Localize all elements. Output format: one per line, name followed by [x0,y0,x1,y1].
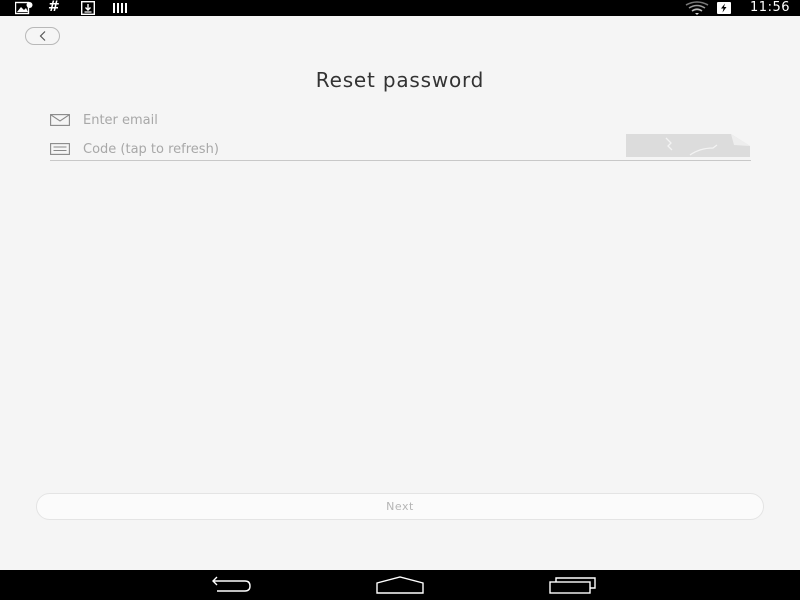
code-field-underline [50,160,751,161]
next-button[interactable]: Next [36,493,764,520]
image-notification-icon [15,1,33,15]
envelope-icon [50,114,70,126]
back-button[interactable] [25,27,60,45]
email-field-row [50,109,750,131]
home-nav-icon[interactable] [374,575,426,595]
recents-nav-icon[interactable] [548,575,598,595]
code-input[interactable] [83,138,603,160]
chevron-left-icon [39,31,45,41]
battery-icon [717,2,731,14]
barcode-icon [113,3,127,13]
keyboard-icon [50,143,70,155]
back-nav-icon[interactable] [205,575,253,595]
clock: 11:56 [750,0,790,15]
email-input[interactable] [83,109,603,131]
wifi-icon [685,1,709,15]
hash-icon: # [48,0,60,15]
status-bar: # 11:56 [0,0,800,16]
navigation-bar [0,570,800,600]
download-icon [81,1,95,15]
captcha-image[interactable] [626,134,750,157]
page-title: Reset password [315,68,485,92]
